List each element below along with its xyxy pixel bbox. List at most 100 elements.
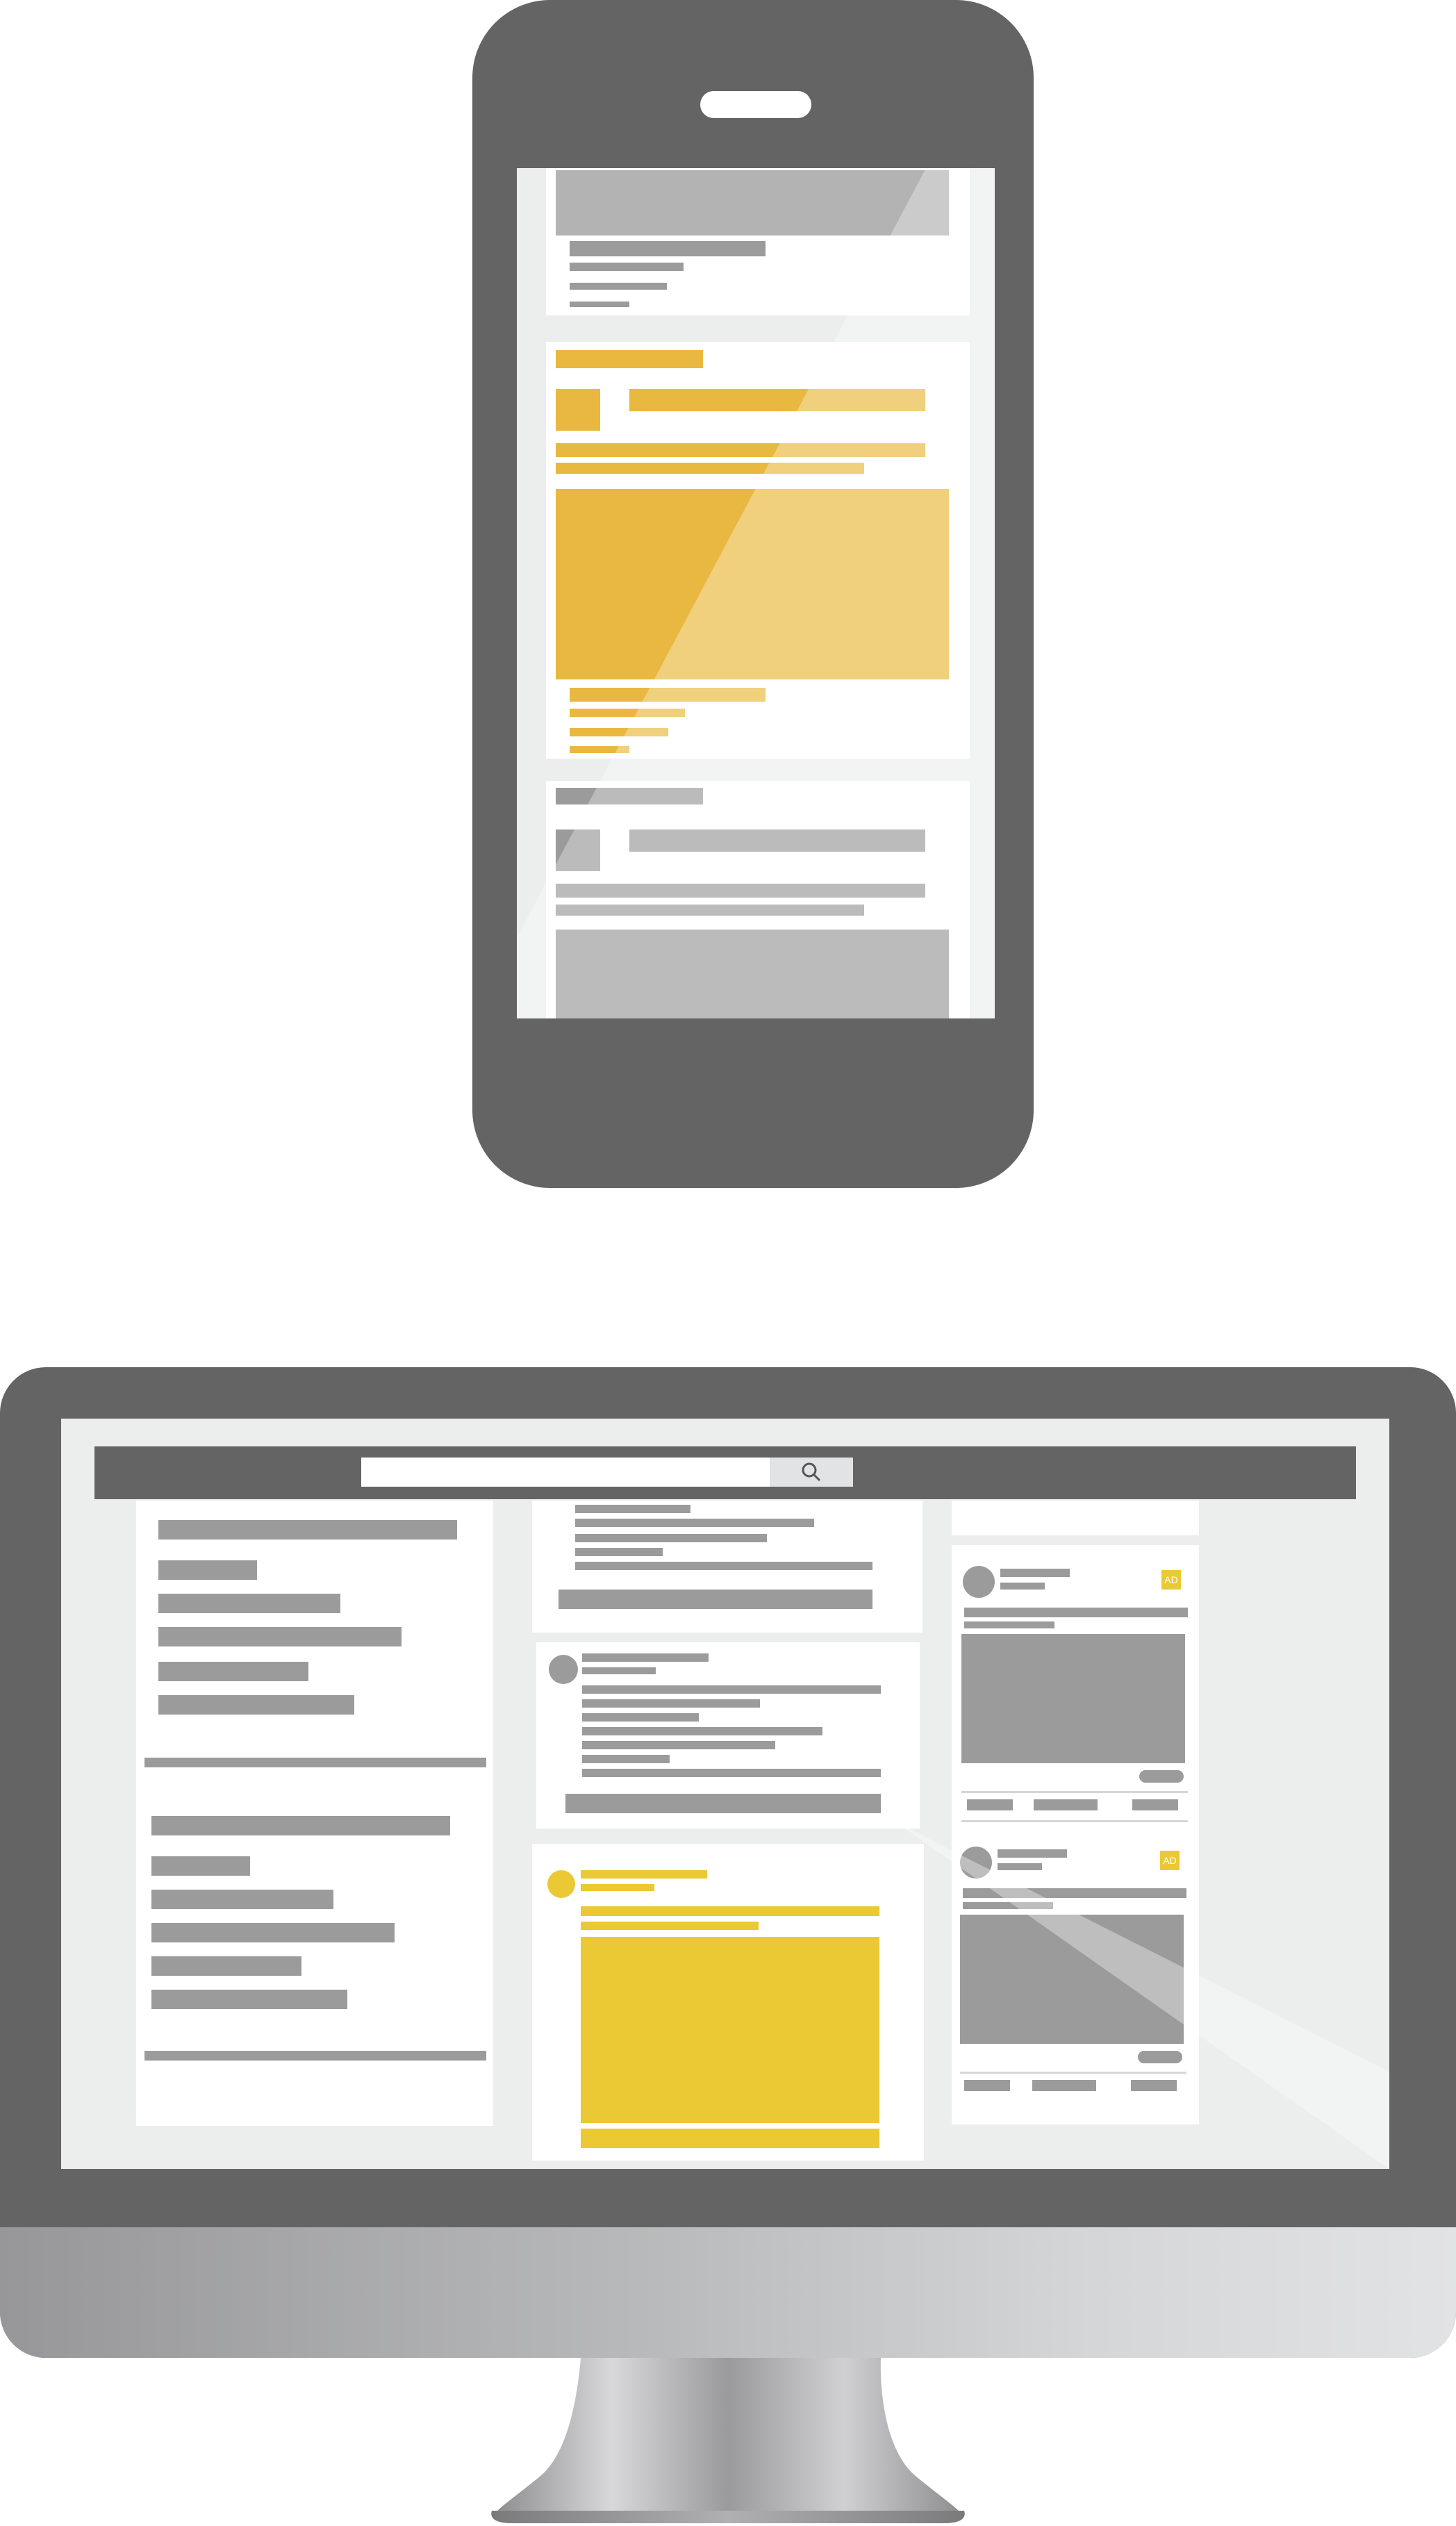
desktop-screen: AD AD bbox=[61, 1419, 1389, 2169]
thumbnail bbox=[556, 829, 600, 871]
ad-avatar[interactable] bbox=[960, 1847, 992, 1879]
monitor-chin bbox=[0, 2227, 1456, 2358]
text-line bbox=[963, 1888, 1186, 1898]
text-line bbox=[964, 1608, 1188, 1617]
text-line bbox=[582, 1741, 775, 1749]
monitor-stand bbox=[491, 2358, 965, 2523]
ad-meta bbox=[998, 1863, 1042, 1870]
divider bbox=[144, 1758, 486, 1767]
ad-action[interactable] bbox=[967, 1799, 1013, 1810]
text-line bbox=[575, 1505, 690, 1513]
left-sidebar bbox=[136, 1501, 493, 2126]
text-line bbox=[964, 1621, 1054, 1628]
sidebar-heading bbox=[151, 1816, 450, 1835]
ad-action[interactable] bbox=[1034, 1799, 1098, 1810]
text-line bbox=[582, 1713, 699, 1722]
ad-sponsor-name bbox=[1000, 1569, 1070, 1577]
ad-cta-button[interactable] bbox=[1139, 1770, 1184, 1783]
text-line bbox=[570, 728, 668, 736]
sidebar-heading bbox=[158, 1520, 457, 1539]
text-line bbox=[629, 389, 925, 411]
text-line bbox=[570, 302, 629, 307]
text-line bbox=[582, 1755, 670, 1763]
text-line bbox=[963, 1902, 1053, 1909]
sidebar-item[interactable] bbox=[151, 1890, 333, 1909]
text-line bbox=[575, 1562, 872, 1570]
text-line bbox=[581, 1922, 759, 1930]
sidebar-item[interactable] bbox=[151, 1923, 395, 1942]
ad-action[interactable] bbox=[964, 2080, 1010, 2091]
highlight-title bbox=[556, 350, 703, 368]
text-line bbox=[556, 884, 925, 898]
ad-image[interactable] bbox=[960, 1915, 1184, 2044]
divider bbox=[961, 1820, 1188, 1822]
sidebar-item[interactable] bbox=[158, 1662, 308, 1681]
post-action-bar[interactable] bbox=[565, 1794, 881, 1813]
text-line bbox=[575, 1548, 663, 1556]
text-line bbox=[582, 1769, 881, 1777]
ad-sponsor-name bbox=[998, 1849, 1067, 1858]
post-meta bbox=[581, 1884, 654, 1891]
sidebar-item[interactable] bbox=[158, 1627, 402, 1646]
feed-post-highlighted[interactable] bbox=[532, 1844, 924, 2161]
divider bbox=[144, 2051, 486, 2061]
phone-card-image bbox=[556, 170, 949, 236]
text-line bbox=[570, 688, 766, 702]
text-line bbox=[570, 263, 684, 271]
sidebar-item[interactable] bbox=[158, 1695, 354, 1715]
ad-avatar[interactable] bbox=[963, 1566, 995, 1598]
highlight-image bbox=[556, 489, 949, 679]
phone-card-3[interactable] bbox=[546, 781, 970, 1018]
image-placeholder bbox=[556, 930, 949, 1018]
post-image[interactable] bbox=[581, 1937, 879, 2123]
text-line bbox=[570, 241, 766, 256]
divider bbox=[961, 1791, 1188, 1793]
ad-badge: AD bbox=[1160, 1851, 1180, 1870]
ad-action[interactable] bbox=[1032, 2080, 1096, 2091]
text-line bbox=[582, 1699, 760, 1708]
sidebar-item[interactable] bbox=[151, 1956, 301, 1976]
text-line bbox=[582, 1727, 822, 1735]
text-line bbox=[582, 1685, 881, 1694]
ad-badge: AD bbox=[1161, 1570, 1181, 1590]
phone-screen bbox=[517, 168, 995, 1018]
search-icon bbox=[802, 1462, 821, 1482]
text-line bbox=[570, 709, 685, 717]
ad-meta bbox=[1000, 1583, 1045, 1590]
phone-speaker bbox=[700, 91, 811, 118]
search-input[interactable] bbox=[361, 1458, 770, 1487]
text-line bbox=[556, 443, 925, 457]
text-line bbox=[556, 788, 703, 804]
sidebar-item[interactable] bbox=[151, 1856, 250, 1876]
avatar[interactable] bbox=[547, 1870, 575, 1898]
text-line bbox=[629, 829, 925, 852]
feed-post-1[interactable] bbox=[532, 1501, 923, 1633]
text-line bbox=[570, 283, 667, 290]
phone-card-1[interactable] bbox=[546, 168, 970, 315]
ads-column: AD AD bbox=[952, 1545, 1199, 2124]
text-line bbox=[581, 1906, 879, 1916]
text-line bbox=[575, 1519, 814, 1527]
post-meta bbox=[582, 1667, 656, 1674]
ad-action[interactable] bbox=[1131, 2080, 1177, 2091]
author-name bbox=[582, 1653, 709, 1662]
feed-post-2[interactable] bbox=[536, 1642, 920, 1829]
text-line bbox=[570, 746, 629, 753]
right-top-strip bbox=[952, 1501, 1199, 1535]
text-line bbox=[575, 1534, 767, 1542]
post-action-bar[interactable] bbox=[581, 2129, 879, 2148]
sidebar-item[interactable] bbox=[158, 1560, 257, 1580]
highlight-thumbnail bbox=[556, 389, 600, 431]
ad-image[interactable] bbox=[961, 1634, 1185, 1763]
text-line bbox=[556, 463, 864, 474]
post-action-bar[interactable] bbox=[559, 1590, 872, 1609]
author-name bbox=[581, 1870, 707, 1879]
phone-card-highlighted[interactable] bbox=[546, 342, 970, 759]
avatar[interactable] bbox=[549, 1655, 578, 1684]
ad-cta-button[interactable] bbox=[1138, 2051, 1182, 2063]
sidebar-item[interactable] bbox=[158, 1594, 340, 1613]
sidebar-item[interactable] bbox=[151, 1990, 347, 2009]
ad-action[interactable] bbox=[1132, 1799, 1178, 1810]
text-line bbox=[556, 905, 864, 916]
search-button[interactable] bbox=[770, 1458, 853, 1487]
